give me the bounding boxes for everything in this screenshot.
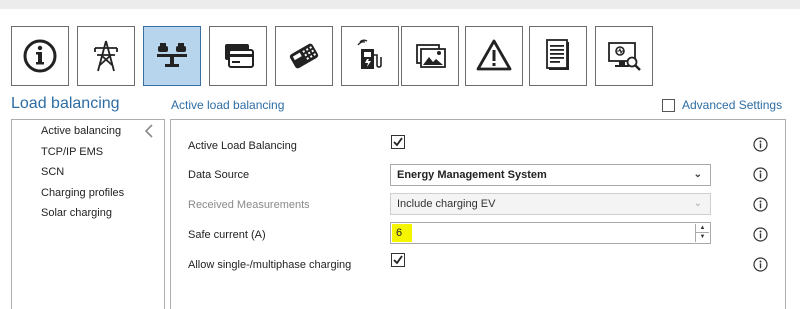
advanced-settings-toggle[interactable]: Advanced Settings: [662, 98, 782, 112]
toolbar: [0, 9, 800, 95]
chevron-left-icon[interactable]: [142, 124, 156, 138]
warnings-tab-button[interactable]: [465, 26, 523, 86]
sidebar: Active balancing TCP/IP EMS SCN Charging…: [11, 119, 165, 309]
stepper-up-icon[interactable]: ▲: [696, 224, 709, 233]
advanced-settings-label: Advanced Settings: [682, 98, 783, 112]
diagnostics-tab-button[interactable]: [595, 26, 653, 86]
sidebar-item-solar-charging[interactable]: Solar charging: [41, 207, 112, 219]
load-balancing-tab-button[interactable]: [143, 26, 201, 86]
sidebar-item-active-balancing[interactable]: Active balancing: [41, 125, 121, 137]
received-measurements-value: Include charging EV: [397, 198, 496, 210]
checkmark-icon: [393, 255, 403, 265]
image-icon: [416, 44, 446, 68]
safe-current-input[interactable]: 6 ▲ ▼: [390, 222, 711, 244]
received-measurements-select[interactable]: Include charging EV ⌄: [390, 193, 711, 215]
received-measurements-label: Received Measurements: [188, 199, 310, 211]
advanced-settings-checkbox[interactable]: [662, 98, 675, 112]
safe-current-value: 6: [396, 227, 403, 239]
info-icon[interactable]: [753, 137, 768, 152]
allow-phase-checkbox[interactable]: [391, 253, 405, 267]
display-tab-button[interactable]: [401, 26, 459, 86]
card-reader-tab-button[interactable]: [275, 26, 333, 86]
monitor-search-icon: [608, 42, 641, 71]
sidebar-item-charging-profiles[interactable]: Charging profiles: [41, 187, 124, 199]
balance-scale-icon: [157, 43, 187, 67]
card-terminal-icon: [289, 43, 319, 69]
document-icon: [546, 39, 569, 70]
info-icon[interactable]: [753, 197, 768, 212]
charging-station-tab-button[interactable]: [341, 26, 399, 86]
info-icon[interactable]: [753, 227, 768, 242]
info-icon: [23, 39, 57, 73]
data-source-select[interactable]: Energy Management System ⌄: [390, 164, 711, 186]
charging-station-icon: [357, 39, 382, 69]
stepper-down-icon[interactable]: ▼: [696, 233, 709, 242]
info-tab-button[interactable]: [11, 26, 69, 86]
data-source-label: Data Source: [188, 169, 250, 181]
data-source-value: Energy Management System: [397, 169, 547, 181]
credit-card-icon: [225, 44, 254, 68]
info-icon[interactable]: [753, 257, 768, 272]
window-top-band: [0, 0, 800, 9]
checkmark-icon: [393, 137, 403, 147]
payment-tab-button[interactable]: [209, 26, 267, 86]
active-load-balancing-label: Active Load Balancing: [188, 140, 297, 152]
chevron-down-icon: ⌄: [693, 198, 702, 209]
info-icon[interactable]: [753, 167, 768, 182]
section-title: Active load balancing: [171, 98, 285, 112]
warning-icon: [476, 39, 512, 71]
grid-tab-button[interactable]: [77, 26, 135, 86]
chevron-down-icon: ⌄: [693, 169, 702, 180]
sidebar-item-scn[interactable]: SCN: [41, 166, 64, 178]
allow-phase-label: Allow single-/multiphase charging: [188, 259, 352, 271]
page-title: Load balancing: [11, 95, 120, 112]
power-pylon-icon: [94, 40, 118, 72]
active-load-balancing-checkbox[interactable]: [391, 135, 405, 149]
log-tab-button[interactable]: [529, 26, 587, 86]
sidebar-item-tcpip-ems[interactable]: TCP/IP EMS: [41, 146, 103, 158]
safe-current-label: Safe current (A): [188, 229, 266, 241]
safe-current-stepper[interactable]: ▲ ▼: [695, 224, 709, 242]
